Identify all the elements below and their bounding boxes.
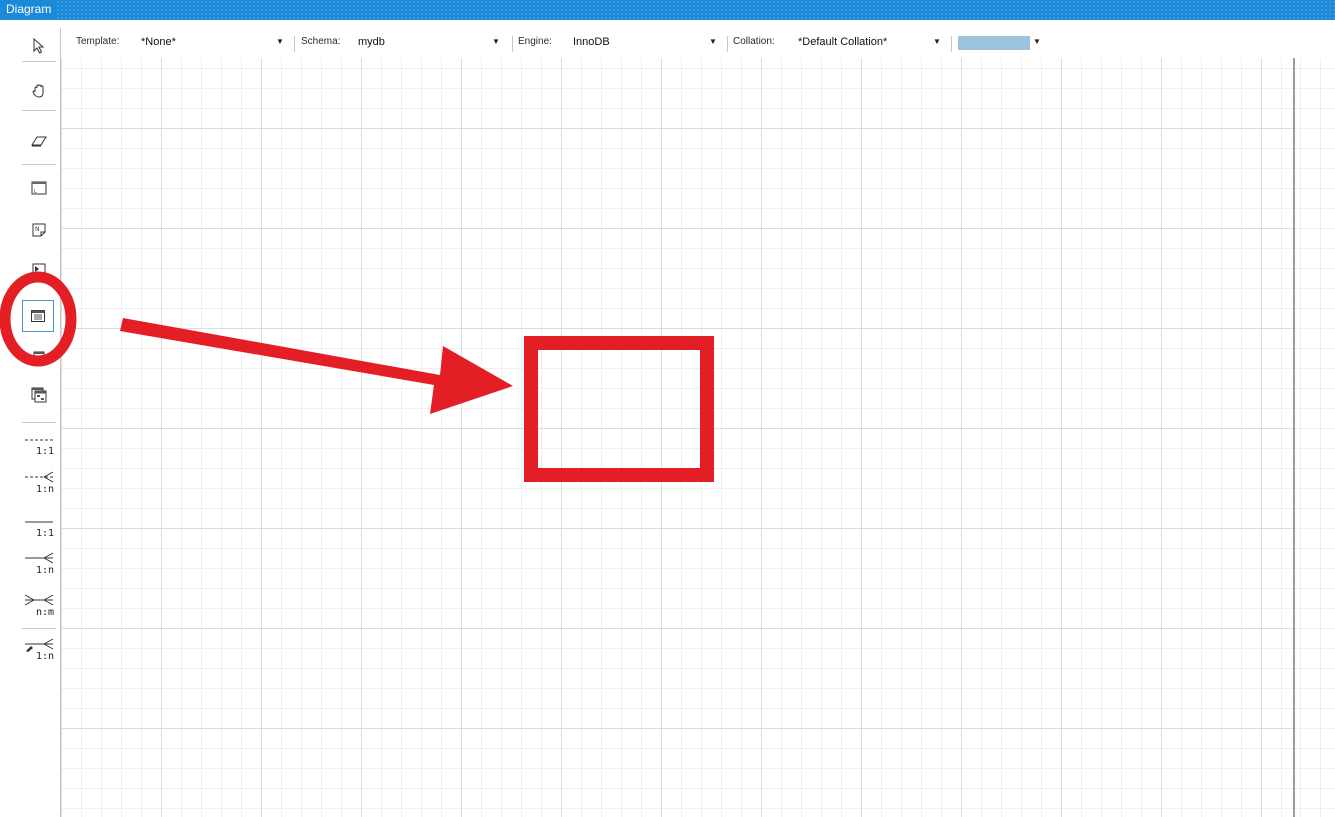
toolbox-divider [22, 110, 56, 111]
svg-text:N: N [35, 226, 40, 233]
relationship-1-n-identifying-icon[interactable]: 1:n [24, 552, 54, 576]
chevron-down-icon: ▼ [709, 37, 717, 46]
toolbox-divider [22, 422, 56, 423]
chevron-down-icon: ▼ [1033, 37, 1041, 46]
collation-value: *Default Collation* [798, 36, 888, 48]
relationship-label: 1:n [35, 651, 54, 662]
color-picker[interactable]: ▼ [958, 32, 1048, 54]
relationship-1-1-nonidentifying-icon[interactable]: 1:1 [24, 433, 54, 457]
relationship-existing-columns-icon[interactable]: 1:n [24, 638, 54, 662]
engine-select[interactable]: InnoDB ▼ [573, 32, 723, 54]
template-select[interactable]: *None* ▼ [141, 32, 291, 54]
color-swatch [958, 36, 1030, 50]
new-view-icon[interactable] [28, 346, 50, 368]
text-note-icon[interactable]: N [28, 219, 50, 241]
relationship-label: 1:1 [35, 528, 54, 539]
image-icon[interactable] [28, 259, 50, 281]
toolbar-separator [512, 36, 513, 52]
toolbox-divider [22, 61, 56, 62]
relationship-label: n:m [35, 607, 54, 618]
hand-pan-icon[interactable] [28, 80, 50, 102]
svg-text:L: L [34, 189, 37, 195]
toolbar-separator [294, 36, 295, 52]
engine-value: InnoDB [573, 36, 610, 48]
relationship-1-n-nonidentifying-icon[interactable]: 1:n [24, 471, 54, 495]
schema-select[interactable]: mydb ▼ [358, 32, 508, 54]
schema-label: Schema: [301, 36, 341, 47]
chevron-down-icon: ▼ [276, 37, 284, 46]
relationship-label: 1:n [35, 484, 54, 495]
toolbar-separator [727, 36, 728, 52]
diagram-title: Diagram [0, 0, 58, 20]
chevron-down-icon: ▼ [492, 37, 500, 46]
diagram-canvas-overflow[interactable] [1295, 58, 1335, 817]
new-table-icon[interactable] [22, 300, 54, 332]
collation-label: Collation: [733, 36, 775, 47]
schema-value: mydb [358, 36, 385, 48]
routine-group-icon[interactable] [28, 384, 50, 406]
chevron-down-icon: ▼ [933, 37, 941, 46]
collation-select[interactable]: *Default Collation* ▼ [798, 32, 948, 54]
toolbar-separator [951, 36, 952, 52]
template-label: Template: [76, 36, 120, 47]
relationship-label: 1:n [35, 565, 54, 576]
relationship-label: 1:1 [35, 446, 54, 457]
diagram-canvas[interactable] [61, 58, 1293, 817]
layer-icon[interactable]: L [28, 177, 50, 199]
relationship-n-m-icon[interactable]: n:m [24, 594, 54, 618]
diagram-options-bar: Template: *None* ▼ Schema: mydb ▼ Engine… [61, 32, 1335, 58]
diagram-toolbox: L N 1:1 1:n 1:1 1:n n:m 1:n [18, 28, 61, 817]
eraser-icon[interactable] [28, 130, 50, 152]
left-margin [0, 20, 18, 817]
select-pointer-icon[interactable] [28, 35, 50, 57]
toolbox-divider [22, 628, 56, 629]
relationship-1-1-identifying-icon[interactable]: 1:1 [24, 515, 54, 539]
toolbox-divider [22, 164, 56, 165]
diagram-title-bar: Diagram [0, 0, 1335, 20]
template-value: *None* [141, 36, 176, 48]
engine-label: Engine: [518, 36, 552, 47]
